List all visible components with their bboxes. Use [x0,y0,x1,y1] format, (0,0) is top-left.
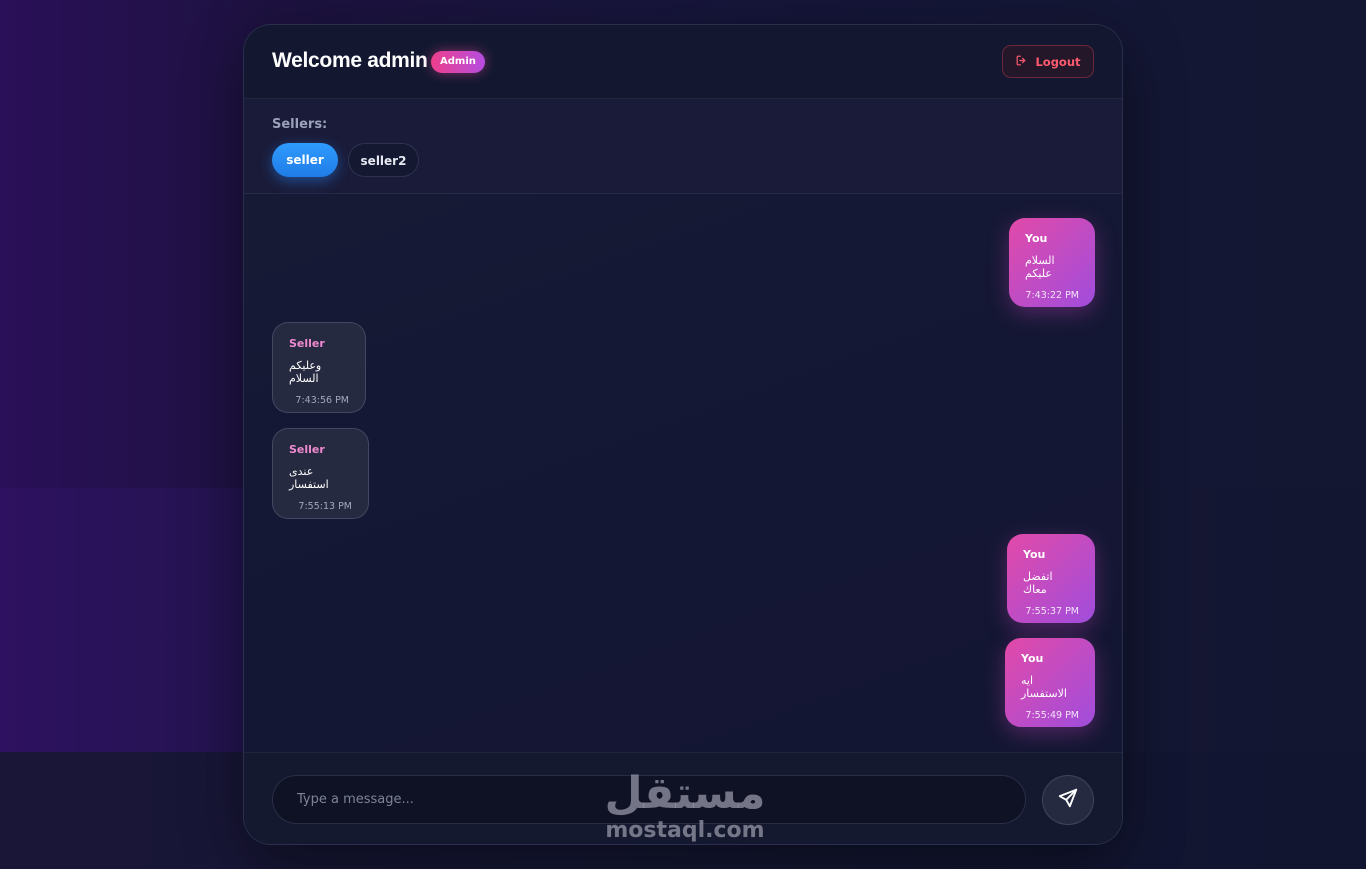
logout-label: Logout [1035,54,1081,69]
message-sender: You [1021,652,1044,665]
message-bubble: You السلام عليكم 7:43:22 PM [1009,218,1095,307]
watermark-arabic: مستقل [604,768,766,819]
message-text: السلام عليكم [1025,254,1055,280]
seller-chip-seller[interactable]: seller [272,143,338,177]
logout-icon [1015,54,1028,70]
message-list[interactable]: You السلام عليكم 7:43:22 PM Seller وعليك… [244,194,1122,752]
message-text: ايه الاستفسار [1021,674,1067,700]
message-bubble: You اتفضل معاك 7:55:37 PM [1007,534,1095,623]
message-bubble: Seller عندى استفسار 7:55:13 PM [272,428,369,519]
message-time: 7:55:37 PM [1025,606,1079,617]
sellers-bar: Sellers: seller seller2 [244,99,1122,194]
message-text: اتفضل معاك [1023,570,1053,596]
watermark-latin: mostaql.com [605,818,765,843]
chat-header: Welcome admin Admin Logout [244,25,1122,99]
message-bubble: Seller وعليكم السلام 7:43:56 PM [272,322,366,413]
message-text: عندى استفسار [289,465,329,491]
watermark-logo: مستقل mostaql.com [600,770,770,844]
message-sender: Seller [289,443,325,456]
chat-panel: Welcome admin Admin Logout Sellers: sell… [243,24,1123,845]
message-text: وعليكم السلام [289,359,322,385]
message-sender: You [1023,548,1046,561]
message-time: 7:55:49 PM [1025,710,1079,721]
sellers-label: Sellers: [272,117,328,132]
welcome-title: Welcome admin [272,49,428,72]
role-badge: Admin [431,51,485,73]
send-icon [1057,787,1079,813]
message-time: 7:55:13 PM [298,501,352,512]
logout-button[interactable]: Logout [1002,45,1094,78]
message-time: 7:43:56 PM [295,395,349,406]
message-time: 7:43:22 PM [1025,290,1079,301]
message-sender: Seller [289,337,325,350]
seller-chip-seller2[interactable]: seller2 [348,143,419,177]
send-button[interactable] [1042,775,1094,825]
message-sender: You [1025,232,1048,245]
message-bubble: You ايه الاستفسار 7:55:49 PM [1005,638,1095,727]
